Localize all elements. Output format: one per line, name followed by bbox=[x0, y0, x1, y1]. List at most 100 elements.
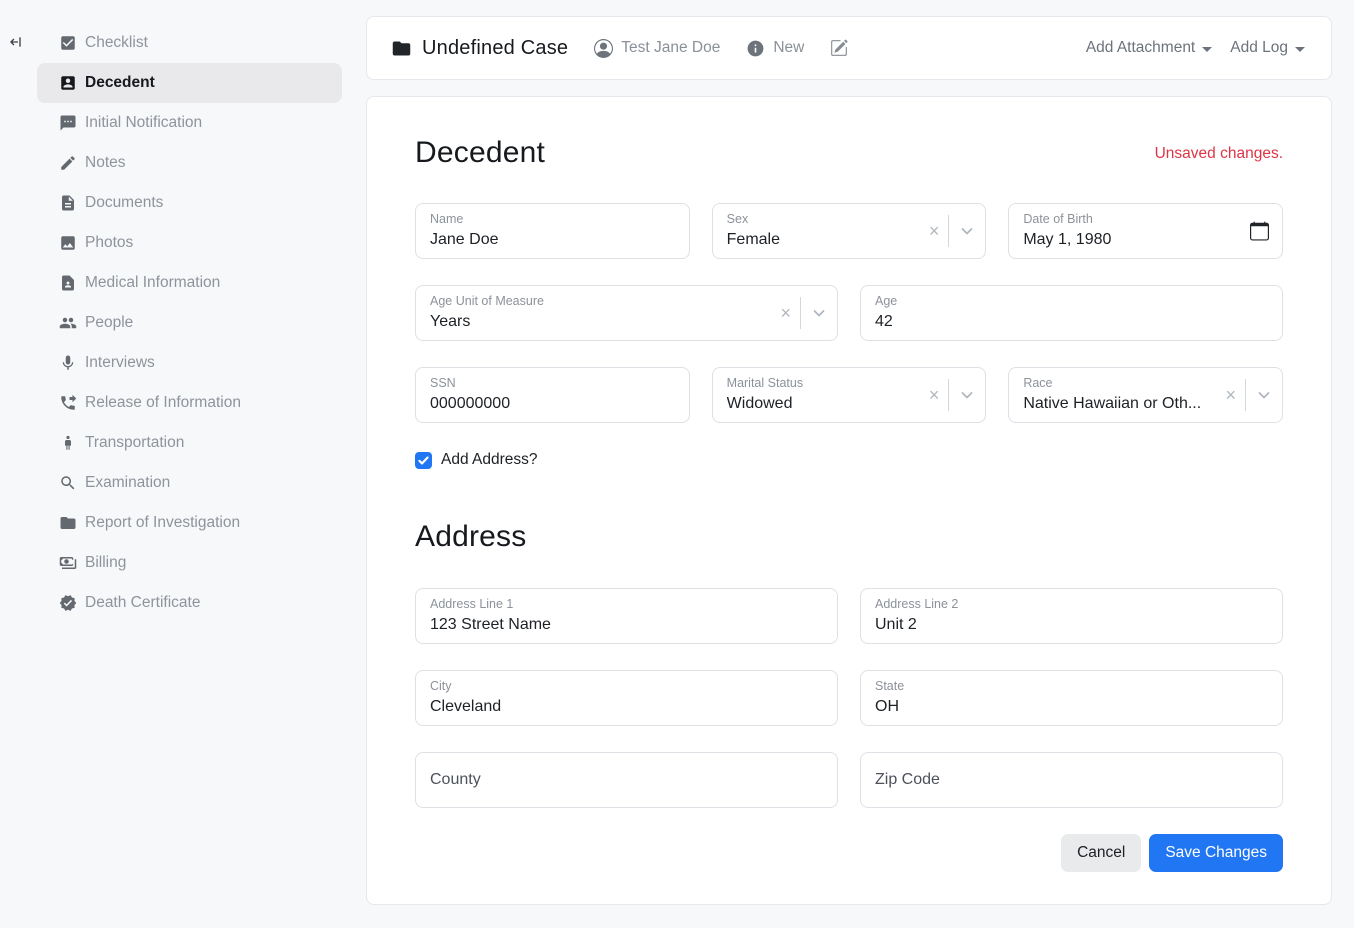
ssn-field[interactable]: SSN 000000000 bbox=[415, 367, 690, 423]
divider bbox=[800, 297, 801, 329]
sidebar-item-photos[interactable]: Photos bbox=[37, 223, 342, 263]
chevron-down-icon[interactable] bbox=[811, 305, 827, 321]
initial-notification-icon bbox=[59, 114, 77, 132]
address-line-1-field[interactable]: Address Line 1 123 Street Name bbox=[415, 588, 838, 644]
calendar-icon[interactable] bbox=[1250, 222, 1269, 241]
form-actions: Cancel Save Changes bbox=[415, 834, 1283, 872]
sidebar-item-decedent[interactable]: Decedent bbox=[37, 63, 342, 103]
age-unit-select[interactable]: Age Unit of Measure Years × bbox=[415, 285, 838, 341]
people-icon bbox=[59, 314, 77, 332]
chevron-down-icon[interactable] bbox=[1256, 387, 1272, 403]
save-changes-button[interactable]: Save Changes bbox=[1149, 834, 1283, 872]
clear-icon[interactable]: × bbox=[780, 304, 791, 322]
edit-square-icon bbox=[830, 39, 848, 57]
sidebar-nav: Checklist Decedent Initial Notification … bbox=[37, 23, 342, 623]
add-address-label: Add Address? bbox=[441, 451, 538, 469]
billing-icon bbox=[59, 554, 77, 572]
race-select[interactable]: Race Native Hawaiian or Oth... × bbox=[1008, 367, 1283, 423]
clear-icon[interactable]: × bbox=[1225, 386, 1236, 404]
address-line-1-value: 123 Street Name bbox=[430, 614, 823, 635]
photos-icon bbox=[59, 234, 77, 252]
city-value: Cleveland bbox=[430, 696, 823, 717]
sidebar-item-notes[interactable]: Notes bbox=[37, 143, 342, 183]
zip-code-field[interactable]: Zip Code bbox=[860, 752, 1283, 808]
state-field[interactable]: State OH bbox=[860, 670, 1283, 726]
marital-status-select[interactable]: Marital Status Widowed × bbox=[712, 367, 987, 423]
page-title: Decedent bbox=[415, 135, 545, 171]
sidebar-item-initial-notification[interactable]: Initial Notification bbox=[37, 103, 342, 143]
sidebar-item-people[interactable]: People bbox=[37, 303, 342, 343]
release-of-information-icon bbox=[59, 394, 77, 412]
name-label: Name bbox=[430, 212, 675, 227]
clear-icon[interactable]: × bbox=[929, 222, 940, 240]
county-field[interactable]: County bbox=[415, 752, 838, 808]
examination-icon bbox=[59, 474, 77, 492]
city-field[interactable]: City Cleveland bbox=[415, 670, 838, 726]
age-unit-value: Years bbox=[430, 311, 771, 332]
name-field[interactable]: Name Jane Doe bbox=[415, 203, 690, 259]
interviews-icon bbox=[59, 354, 77, 372]
case-title: Undefined Case bbox=[422, 37, 568, 60]
sex-select[interactable]: Sex Female × bbox=[712, 203, 987, 259]
address-line-2-label: Address Line 2 bbox=[875, 597, 1268, 612]
add-address-checkbox[interactable] bbox=[415, 452, 432, 469]
race-value: Native Hawaiian or Oth... bbox=[1023, 393, 1216, 414]
age-label: Age bbox=[875, 294, 1268, 309]
sidebar: Checklist Decedent Initial Notification … bbox=[0, 0, 352, 928]
marital-status-value: Widowed bbox=[727, 393, 920, 414]
check-icon bbox=[418, 455, 429, 466]
ssn-value: 000000000 bbox=[430, 393, 675, 414]
person-circle-icon bbox=[594, 39, 613, 58]
case-status: New bbox=[746, 39, 804, 58]
age-unit-label: Age Unit of Measure bbox=[430, 294, 823, 309]
report-of-investigation-icon bbox=[59, 514, 77, 532]
add-attachment-button[interactable]: Add Attachment bbox=[1086, 35, 1212, 61]
sidebar-item-transportation[interactable]: Transportation bbox=[37, 423, 342, 463]
sidebar-item-report-of-investigation[interactable]: Report of Investigation bbox=[37, 503, 342, 543]
chevron-down-icon[interactable] bbox=[959, 223, 975, 239]
address-row-3: County Zip Code bbox=[415, 752, 1283, 808]
divider bbox=[948, 215, 949, 247]
address-line-2-field[interactable]: Address Line 2 Unit 2 bbox=[860, 588, 1283, 644]
case-person: Test Jane Doe bbox=[594, 39, 720, 58]
medical-information-icon bbox=[59, 274, 77, 292]
sidebar-item-interviews[interactable]: Interviews bbox=[37, 343, 342, 383]
sidebar-item-billing[interactable]: Billing bbox=[37, 543, 342, 583]
case-header: Undefined Case Test Jane Doe New Add Att… bbox=[366, 16, 1332, 80]
sidebar-item-release-of-information[interactable]: Release of Information bbox=[37, 383, 342, 423]
county-label: County bbox=[430, 771, 481, 789]
age-value: 42 bbox=[875, 311, 1268, 332]
date-of-birth-field[interactable]: Date of Birth May 1, 1980 bbox=[1008, 203, 1283, 259]
add-log-button[interactable]: Add Log bbox=[1230, 35, 1305, 61]
sidebar-item-documents[interactable]: Documents bbox=[37, 183, 342, 223]
info-icon bbox=[746, 39, 765, 58]
address-row-2: City Cleveland State OH bbox=[415, 670, 1283, 726]
chevron-down-icon[interactable] bbox=[959, 387, 975, 403]
name-value: Jane Doe bbox=[430, 229, 675, 250]
sidebar-item-medical-information[interactable]: Medical Information bbox=[37, 263, 342, 303]
address-line-2-value: Unit 2 bbox=[875, 614, 1268, 635]
address-row-1: Address Line 1 123 Street Name Address L… bbox=[415, 588, 1283, 644]
dob-label: Date of Birth bbox=[1023, 212, 1268, 227]
city-label: City bbox=[430, 679, 823, 694]
clear-icon[interactable]: × bbox=[929, 386, 940, 404]
folder-icon bbox=[391, 38, 412, 59]
decedent-row-2: Age Unit of Measure Years × Age 42 bbox=[415, 285, 1283, 341]
ssn-label: SSN bbox=[430, 376, 675, 391]
form-head: Decedent Unsaved changes. bbox=[415, 135, 1283, 171]
sidebar-item-death-certificate[interactable]: Death Certificate bbox=[37, 583, 342, 623]
sex-value: Female bbox=[727, 229, 920, 250]
sidebar-item-checklist[interactable]: Checklist bbox=[37, 23, 342, 63]
unsaved-changes-notice: Unsaved changes. bbox=[1155, 145, 1283, 163]
collapse-left-icon bbox=[8, 34, 24, 50]
add-address-row: Add Address? bbox=[415, 451, 1283, 469]
sidebar-collapse-button[interactable] bbox=[8, 33, 26, 51]
edit-case-button[interactable] bbox=[830, 39, 848, 57]
decedent-row-3: SSN 000000000 Marital Status Widowed × R… bbox=[415, 367, 1283, 423]
sidebar-item-examination[interactable]: Examination bbox=[37, 463, 342, 503]
zip-code-label: Zip Code bbox=[875, 771, 940, 789]
transportation-icon bbox=[59, 434, 77, 452]
case-status-text: New bbox=[773, 39, 804, 57]
cancel-button[interactable]: Cancel bbox=[1061, 834, 1141, 872]
age-field[interactable]: Age 42 bbox=[860, 285, 1283, 341]
